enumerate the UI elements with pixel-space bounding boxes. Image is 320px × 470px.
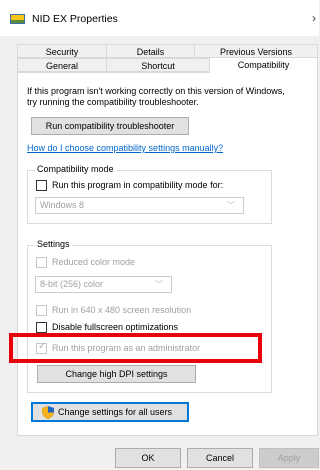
- fullscreen-opt-label: Disable fullscreen optimizations: [52, 322, 179, 332]
- settings-title: Settings: [35, 239, 72, 249]
- color-depth-select[interactable]: 8-bit (256) color ﹀: [35, 276, 172, 293]
- tab-details[interactable]: Details: [106, 44, 195, 58]
- chevron-down-icon: ﹀: [155, 280, 163, 289]
- fullscreen-opt-checkbox[interactable]: [36, 322, 47, 333]
- compat-os-select[interactable]: Windows 8 ﹀: [35, 197, 244, 214]
- intro-line-2: try running the compatibility troublesho…: [27, 97, 199, 107]
- manual-settings-link[interactable]: How do I choose compatibility settings m…: [27, 143, 223, 153]
- tab-shortcut[interactable]: Shortcut: [106, 58, 210, 72]
- apply-button[interactable]: Apply: [259, 448, 319, 468]
- reduced-color-label: Reduced color mode: [52, 257, 136, 267]
- ok-button[interactable]: OK: [115, 448, 181, 468]
- res-640-label: Run in 640 x 480 screen resolution: [52, 305, 192, 315]
- run-troubleshooter-button[interactable]: Run compatibility troubleshooter: [31, 117, 189, 135]
- change-all-users-button[interactable]: Change settings for all users: [31, 402, 189, 422]
- compat-mode-title: Compatibility mode: [35, 164, 116, 174]
- chevron-down-icon: ﹀: [227, 201, 235, 210]
- compat-os-value: Windows 8: [40, 200, 85, 210]
- change-dpi-button[interactable]: Change high DPI settings: [37, 365, 196, 383]
- compat-mode-checkbox[interactable]: [36, 180, 47, 191]
- shield-icon: [42, 406, 54, 419]
- title-bar: NID EX Properties ›: [0, 0, 319, 36]
- intro-line-1: If this program isn't working correctly …: [27, 86, 285, 96]
- change-all-users-label: Change settings for all users: [58, 407, 173, 417]
- window-title: NID EX Properties: [32, 13, 118, 25]
- tab-security[interactable]: Security: [17, 44, 107, 58]
- tab-previous-versions[interactable]: Previous Versions: [194, 44, 318, 58]
- reduced-color-checkbox[interactable]: [36, 257, 47, 268]
- cancel-button[interactable]: Cancel: [187, 448, 253, 468]
- color-depth-value: 8-bit (256) color: [40, 279, 104, 289]
- app-shortcut-icon: [10, 14, 25, 24]
- compat-mode-label: Run this program in compatibility mode f…: [52, 180, 224, 190]
- highlight-box: [9, 333, 262, 363]
- tab-compatibility[interactable]: Compatibility: [209, 57, 318, 73]
- close-icon[interactable]: ›: [312, 11, 316, 25]
- res-640-checkbox[interactable]: [36, 305, 47, 316]
- tab-general[interactable]: General: [17, 58, 107, 72]
